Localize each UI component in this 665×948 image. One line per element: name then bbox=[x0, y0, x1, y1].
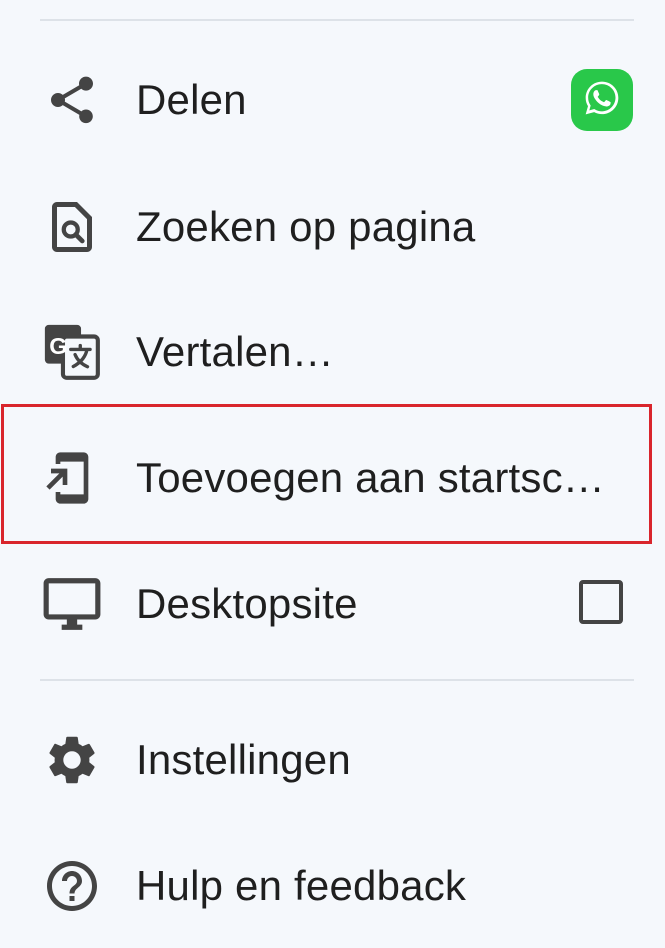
desktop-icon bbox=[40, 572, 104, 636]
menu-item-help-feedback[interactable]: Hulp en feedback bbox=[0, 826, 665, 946]
svg-text:G: G bbox=[49, 333, 67, 359]
help-icon bbox=[40, 854, 104, 918]
share-icon bbox=[40, 68, 104, 132]
find-in-page-label: Zoeken op pagina bbox=[136, 203, 476, 250]
add-to-home-screen-icon bbox=[40, 446, 104, 510]
gear-icon bbox=[40, 728, 104, 792]
help-feedback-label: Hulp en feedback bbox=[136, 862, 467, 909]
menu-item-settings[interactable]: Instellingen bbox=[0, 700, 665, 820]
translate-icon: G bbox=[40, 320, 104, 384]
add-to-home-screen-label: Toevoegen aan startsc… bbox=[136, 454, 606, 501]
menu-divider-bottom bbox=[40, 679, 634, 681]
menu-item-translate[interactable]: G Vertalen… bbox=[0, 292, 665, 412]
find-in-page-icon bbox=[40, 195, 104, 259]
settings-label: Instellingen bbox=[136, 736, 351, 783]
desktop-site-label: Desktopsite bbox=[136, 580, 358, 627]
menu-item-add-to-home-screen[interactable]: Toevoegen aan startsc… bbox=[0, 418, 665, 538]
menu-item-share[interactable]: Delen bbox=[0, 40, 665, 160]
overflow-menu: Delen Zoeken op pagina G Vertalen… Toevo… bbox=[0, 0, 665, 948]
menu-divider-top bbox=[40, 19, 634, 21]
desktop-site-checkbox[interactable] bbox=[579, 580, 623, 624]
share-label: Delen bbox=[136, 76, 247, 123]
menu-item-desktop-site[interactable]: Desktopsite bbox=[0, 544, 665, 664]
whatsapp-share-button[interactable] bbox=[571, 69, 633, 131]
translate-label: Vertalen… bbox=[136, 328, 334, 375]
menu-item-find-in-page[interactable]: Zoeken op pagina bbox=[0, 167, 665, 287]
whatsapp-icon bbox=[582, 78, 622, 123]
